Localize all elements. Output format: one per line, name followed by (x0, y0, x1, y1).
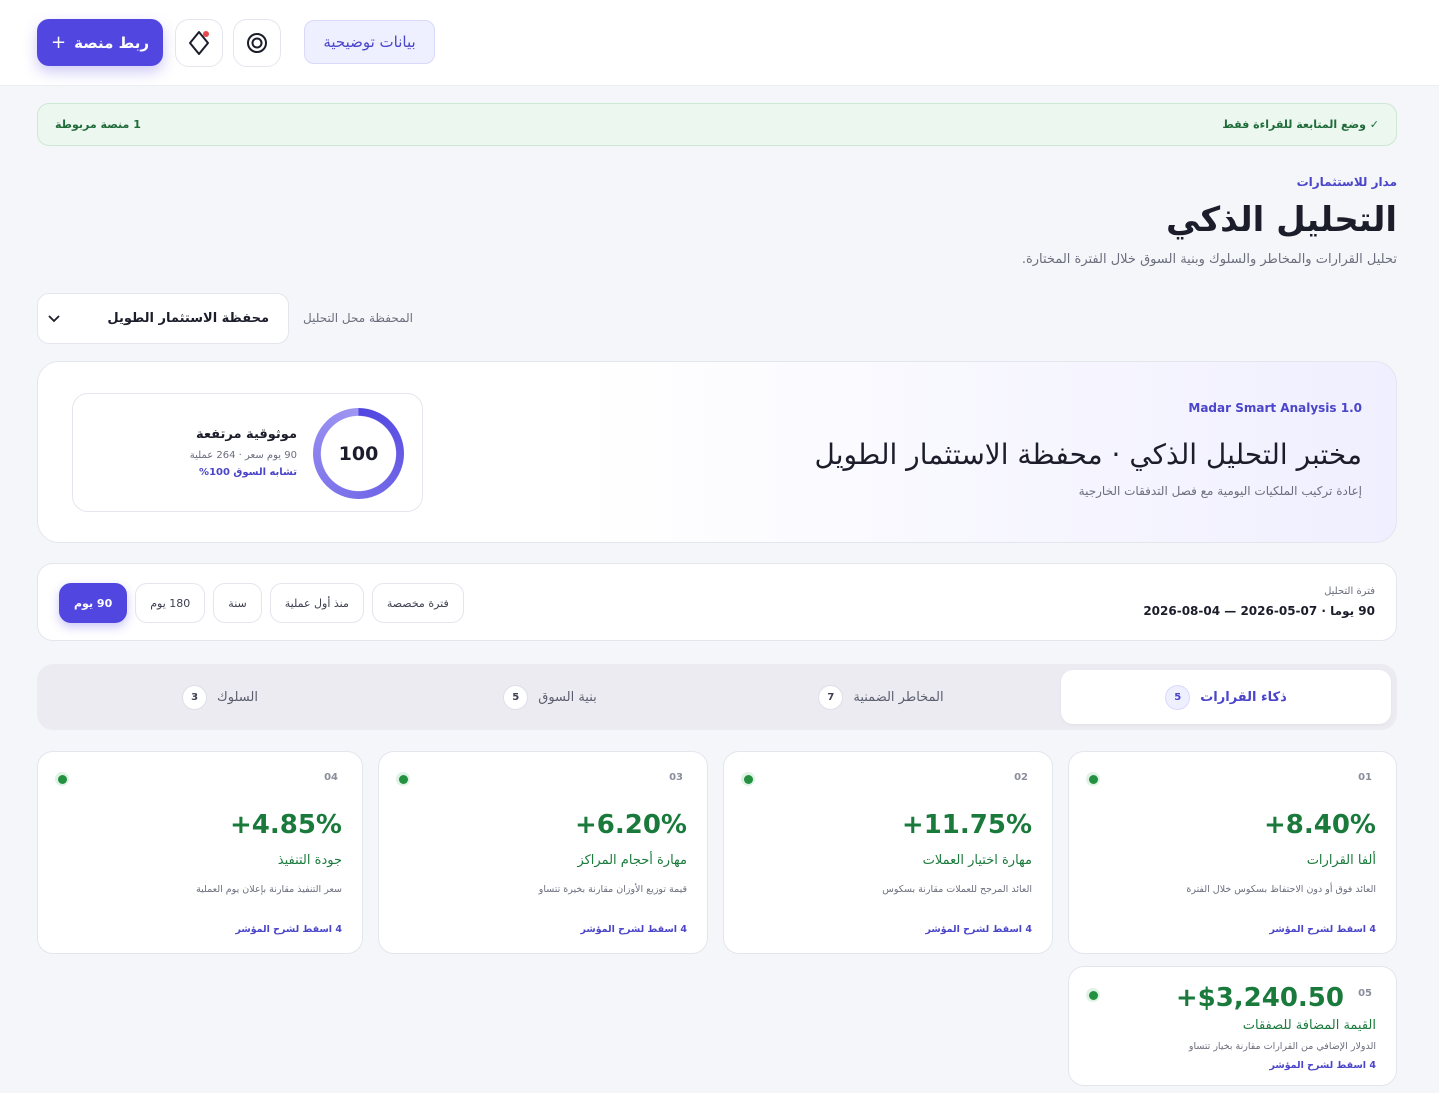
tab-behavior[interactable]: السلوك 3 (55, 670, 385, 724)
metric-explain-link[interactable]: 4 اسقط لشرح المؤشر (235, 924, 342, 935)
hero-title: مختبر التحليل الذكي · محفظة الاستثمار ال… (814, 438, 1362, 471)
metric-number: 02 (1014, 772, 1028, 783)
notification-dot (203, 31, 209, 37)
metric-value: +$3,240.50 (1175, 983, 1344, 1013)
tab-count: 7 (818, 684, 844, 710)
period-label: فترة التحليل (1324, 586, 1375, 597)
reliability-meta: 90 يوم سعر · 264 عملية (189, 450, 297, 461)
plus-icon: + (51, 32, 67, 53)
metric-card-trade-value-added[interactable]: 05 +$3,240.50 القيمة المضافة للصفقات الد… (1068, 966, 1397, 1086)
company-name: مدار للاستثمارات (1296, 175, 1397, 189)
portfolio-label: المحفظة محل التحليل (303, 311, 413, 325)
target-button[interactable] (233, 19, 281, 67)
reliability-score-value: 100 (338, 442, 379, 465)
page-subtitle: تحليل القرارات والمخاطر والسلوك وبنية ال… (1021, 252, 1397, 267)
connected-platforms-count: 1 منصة مربوطة (55, 118, 141, 131)
period-option-custom[interactable]: فترة مخصصة (371, 583, 464, 623)
metric-explain-link[interactable]: 4 اسقط لشرح المؤشر (1269, 1060, 1376, 1071)
status-dot-icon (55, 772, 69, 786)
market-similarity: تشابه السوق 100% (199, 467, 297, 478)
connect-platform-button[interactable]: ربط منصة + (37, 19, 163, 66)
metric-description: قيمة توزيع الأوزان مقارنة بخيرة تتساو (538, 884, 687, 895)
metric-value: +8.40% (1264, 810, 1376, 840)
tab-market-structure[interactable]: بنية السوق 5 (385, 670, 715, 724)
period-option-180d[interactable]: 180 يوم (135, 583, 206, 623)
period-option-year[interactable]: سنة (213, 583, 262, 623)
hero-subtitle: إعادة تركيب الملكيات اليومية مع فصل التد… (1078, 484, 1362, 498)
analysis-hero-card: Madar Smart Analysis 1.0 مختبر التحليل ا… (37, 361, 1397, 543)
metric-number: 03 (669, 772, 683, 783)
reliability-title: موثوقية مرتفعة (195, 427, 297, 442)
tab-label: السلوك (217, 689, 258, 705)
metric-title: القيمة المضافة للصفقات (1242, 1018, 1376, 1033)
tab-implicit-risks[interactable]: المخاطر الضمنية 7 (716, 670, 1046, 724)
status-dot-icon (741, 772, 755, 786)
reliability-score-card: موثوقية مرتفعة 90 يوم سعر · 264 عملية تش… (72, 393, 423, 512)
status-dot-icon (1086, 772, 1100, 786)
period-selector: فترة التحليل 90 يوما · 07-05-2026 — 04-0… (37, 563, 1397, 641)
chevron-down-icon (48, 314, 60, 322)
metric-description: العائد فوق أو دون الاحتفاظ بسكوس خلال ال… (1186, 884, 1376, 895)
metric-card-decision-alpha[interactable]: 01 +8.40% ألفا القرارات العائد فوق أو دو… (1068, 751, 1397, 954)
hero-version: Madar Smart Analysis 1.0 (1188, 401, 1362, 415)
tab-label: المخاطر الضمنية (853, 689, 944, 705)
metric-number: 04 (324, 772, 338, 783)
portfolio-select[interactable]: محفظة الاستثمار الطويل (37, 293, 289, 344)
connect-platform-label: ربط منصة (74, 33, 149, 52)
tab-count: 5 (503, 684, 529, 710)
top-bar: ربط منصة + بيانات توضيحية (0, 0, 1439, 86)
metric-description: العائد المرجح للعملات مقارنة بسكوس (882, 884, 1032, 895)
readonly-mode-text: ✓ وضع المتابعة للقراءة فقط (1222, 118, 1379, 131)
period-option-90d[interactable]: 90 يوم (59, 583, 128, 623)
period-options: 90 يوم 180 يوم سنة منذ أول عملية فترة مخ… (59, 583, 464, 623)
metric-card-execution-quality[interactable]: 04 +4.85% جودة التنفيذ سعر التنفيذ مقارن… (37, 751, 363, 954)
metric-title: مهارة اختيار العملات (922, 853, 1032, 868)
metric-card-position-sizing[interactable]: 03 +6.20% مهارة أحجام المراكز قيمة توزيع… (378, 751, 708, 954)
metric-number: 01 (1358, 772, 1372, 783)
metric-value: +6.20% (575, 810, 687, 840)
target-icon (247, 33, 267, 53)
tab-label: ذكاء القرارات (1200, 689, 1287, 705)
tab-count: 3 (182, 684, 208, 710)
metric-explain-link[interactable]: 4 اسقط لشرح المؤشر (1269, 924, 1376, 935)
readonly-status-bar: ✓ وضع المتابعة للقراءة فقط 1 منصة مربوطة (37, 103, 1397, 146)
metric-title: جودة التنفيذ (277, 853, 342, 868)
period-option-since-first[interactable]: منذ أول عملية (269, 583, 364, 623)
metric-explain-link[interactable]: 4 اسقط لشرح المؤشر (580, 924, 687, 935)
status-dot-icon (1086, 988, 1100, 1002)
metric-value: +4.85% (230, 810, 342, 840)
tab-label: بنية السوق (538, 689, 597, 705)
diamond-button[interactable] (175, 19, 223, 67)
demo-data-button[interactable]: بيانات توضيحية (304, 20, 435, 64)
metric-card-currency-selection[interactable]: 02 +11.75% مهارة اختيار العملات العائد ا… (723, 751, 1053, 954)
metric-number: 05 (1358, 988, 1372, 999)
status-dot-icon (396, 772, 410, 786)
metric-description: الدولار الإضافي من القرارات مقارنة بخيار… (1188, 1041, 1376, 1052)
metric-title: مهارة أحجام المراكز (577, 853, 687, 868)
metric-description: سعر التنفيذ مقارنة بإعلان يوم العملية (196, 884, 342, 895)
metric-explain-link[interactable]: 4 اسقط لشرح المؤشر (925, 924, 1032, 935)
tab-count: 5 (1165, 684, 1191, 710)
metric-title: ألفا القرارات (1306, 853, 1376, 868)
analysis-tabs: ذكاء القرارات 5 المخاطر الضمنية 7 بنية ا… (37, 664, 1397, 730)
tab-decision-intelligence[interactable]: ذكاء القرارات 5 (1061, 670, 1391, 724)
reliability-score-ring: 100 (313, 408, 404, 499)
metric-value: +11.75% (901, 810, 1032, 840)
page-title: التحليل الذكي (1166, 200, 1397, 240)
period-range: 90 يوما · 07-05-2026 — 04-08-2026 (1143, 604, 1375, 618)
portfolio-selected-value: محفظة الاستثمار الطويل (107, 311, 269, 326)
